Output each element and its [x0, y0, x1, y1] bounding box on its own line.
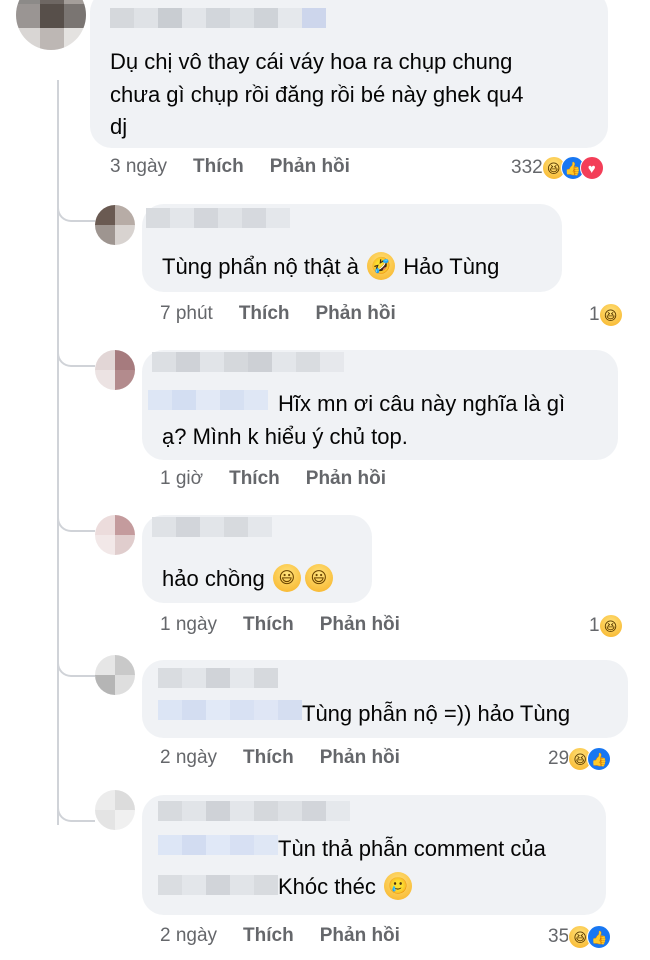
like-button[interactable]: Thích	[239, 303, 290, 325]
reply-button[interactable]: Phản hồi	[270, 156, 350, 178]
reaction-count: 35	[548, 926, 570, 947]
avatar[interactable]	[95, 790, 135, 830]
comment-bubble: Tùn thả phẫn comment của Khóc théc 🥲	[142, 795, 606, 915]
reply-button[interactable]: Phản hồi	[320, 747, 400, 769]
comment-bubble: Dụ chị vô thay cái váy hoa ra chụp chung…	[90, 0, 608, 148]
comment-text-line: Tùn thả phẫn comment của	[278, 836, 546, 861]
like-button[interactable]: Thích	[243, 925, 294, 947]
reaction-summary[interactable]: 35 😆 👍	[548, 925, 612, 949]
grinning-emoji: 😃	[304, 564, 333, 593]
author-name-pixelated[interactable]	[110, 8, 326, 28]
reaction-count: 1	[589, 615, 600, 636]
comment-meta: 3 ngày Thích Phản hồi	[110, 156, 350, 178]
mentioned-user[interactable]: Hảo Tùng	[403, 254, 499, 279]
reaction-summary[interactable]: 1 😆	[589, 303, 623, 327]
author-name-pixelated[interactable]	[152, 352, 344, 372]
mentioned-user-pixelated[interactable]	[148, 390, 268, 410]
thread-connector	[57, 500, 95, 532]
mentioned-user-pixelated[interactable]	[158, 835, 278, 855]
comment-meta: 1 giờ Thích Phản hồi	[160, 468, 386, 490]
reply-button[interactable]: Phản hồi	[306, 468, 386, 490]
avatar[interactable]	[16, 0, 86, 50]
reply-button[interactable]: Phản hồi	[320, 614, 400, 636]
comment-text-line: chưa gì chụp rồi đăng rồi bé này ghek qu…	[110, 82, 524, 107]
avatar[interactable]	[95, 655, 135, 695]
comment-time[interactable]: 7 phút	[160, 303, 213, 325]
grinning-emoji: 😃	[272, 564, 301, 593]
crying-laughing-emoji: 🥲	[383, 872, 412, 901]
like-button[interactable]: Thích	[229, 468, 280, 490]
comment-meta: 7 phút Thích Phản hồi	[160, 303, 396, 325]
comment-meta: 2 ngày Thích Phản hồi	[160, 747, 400, 769]
comment-text: Tùng phẩn nộ thật à	[162, 254, 359, 279]
reaction-summary[interactable]: 29 😆 👍	[548, 747, 612, 771]
thread-connector	[57, 645, 95, 677]
avatar[interactable]	[95, 205, 135, 245]
comment-text-line: ạ? Mình k hiểu ý chủ top.	[162, 424, 408, 449]
thread-connector	[57, 335, 95, 367]
comment-text-line: dj	[110, 114, 128, 139]
author-name-pixelated[interactable]	[146, 208, 290, 228]
reply-button[interactable]: Phản hồi	[320, 925, 400, 947]
reaction-count: 332	[511, 157, 543, 178]
reaction-summary[interactable]: 1 😆	[589, 614, 623, 638]
comment-text-line: hảo chồng 😃 😃	[162, 563, 335, 594]
comment-time[interactable]: 3 ngày	[110, 156, 167, 178]
comment-meta: 2 ngày Thích Phản hồi	[160, 925, 400, 947]
like-button[interactable]: Thích	[193, 156, 244, 178]
comment-meta: 1 ngày Thích Phản hồi	[160, 614, 400, 636]
like-button[interactable]: Thích	[243, 747, 294, 769]
comment-time[interactable]: 2 ngày	[160, 747, 217, 769]
avatar[interactable]	[95, 350, 135, 390]
mentioned-user-pixelated[interactable]	[158, 875, 278, 895]
reaction-count: 1	[589, 304, 600, 325]
reaction-count: 29	[548, 748, 570, 769]
comment-text: hảo chồng	[162, 566, 265, 591]
comment-text-line: Tùng phẫn nộ =)) hảo Tùng	[302, 701, 571, 726]
author-name-pixelated[interactable]	[152, 517, 272, 537]
thread-connector	[57, 790, 95, 822]
comment-text-line: Tùng phẩn nộ thật à 🤣 Hảo Tùng	[162, 251, 499, 282]
love-icon: ♥	[579, 156, 604, 180]
like-icon: 👍	[587, 747, 612, 771]
haha-icon: 😆	[598, 614, 623, 638]
rolling-laughing-emoji: 🤣	[367, 252, 396, 281]
comment-bubble: hảo chồng 😃 😃	[142, 515, 372, 603]
haha-icon: 😆	[598, 303, 623, 327]
reply-button[interactable]: Phản hồi	[316, 303, 396, 325]
comment-text-line: Hĩx mn ơi câu này nghĩa là gì	[278, 391, 566, 416]
comment-bubble: Tùng phẫn nộ =)) hảo Tùng	[142, 660, 628, 738]
like-button[interactable]: Thích	[243, 614, 294, 636]
thread-connector	[57, 190, 95, 222]
comment-text: Khóc théc	[278, 874, 376, 899]
comment-time[interactable]: 2 ngày	[160, 925, 217, 947]
avatar[interactable]	[95, 515, 135, 555]
comment-text-line: Khóc théc 🥲	[278, 871, 414, 902]
like-icon: 👍	[587, 925, 612, 949]
comment-time[interactable]: 1 ngày	[160, 614, 217, 636]
comment-bubble: Hĩx mn ơi câu này nghĩa là gì ạ? Mình k …	[142, 350, 618, 460]
comment-text-line: Dụ chị vô thay cái váy hoa ra chụp chung	[110, 49, 513, 74]
mentioned-user-pixelated[interactable]	[158, 700, 302, 720]
reaction-summary[interactable]: 332 😆 👍 ♥	[511, 156, 604, 180]
comment-time[interactable]: 1 giờ	[160, 468, 203, 490]
comment-bubble: Tùng phẩn nộ thật à 🤣 Hảo Tùng	[142, 204, 562, 292]
author-name-pixelated[interactable]	[158, 801, 350, 821]
author-name-pixelated[interactable]	[158, 668, 278, 688]
